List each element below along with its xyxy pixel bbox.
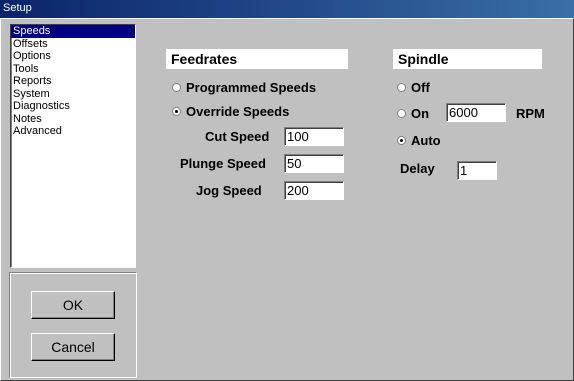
feedrates-header: Feedrates	[166, 49, 348, 69]
rpm-label: RPM	[516, 106, 545, 121]
spindle-off-label: Off	[411, 80, 430, 95]
spindle-auto-label: Auto	[411, 133, 441, 148]
list-item-options[interactable]: Options	[11, 50, 135, 63]
override-speeds-label: Override Speeds	[186, 104, 290, 119]
override-speeds-radio[interactable]: Override Speeds	[172, 104, 289, 119]
button-group: OK Cancel	[9, 272, 137, 378]
radio-off-icon	[172, 83, 181, 92]
spindle-on-radio[interactable]: On	[397, 106, 429, 121]
list-item-tools[interactable]: Tools	[11, 63, 135, 76]
cancel-button[interactable]: Cancel	[31, 333, 115, 361]
jog-speed-label: Jog Speed	[196, 183, 262, 198]
radio-on-icon	[172, 107, 181, 116]
list-item-advanced[interactable]: Advanced	[11, 125, 135, 138]
plunge-speed-label: Plunge Speed	[180, 156, 266, 171]
delay-input[interactable]: 1	[457, 161, 497, 180]
programmed-speeds-radio[interactable]: Programmed Speeds	[172, 80, 316, 95]
plunge-speed-input[interactable]: 50	[284, 154, 344, 173]
list-item-reports[interactable]: Reports	[11, 75, 135, 88]
radio-on-icon	[397, 136, 406, 145]
jog-speed-input[interactable]: 200	[284, 181, 344, 200]
spindle-header: Spindle	[393, 49, 542, 69]
delay-label: Delay	[400, 161, 435, 176]
radio-off-icon	[397, 83, 406, 92]
list-item-diagnostics[interactable]: Diagnostics	[11, 100, 135, 113]
spindle-on-label: On	[411, 106, 430, 121]
list-item-speeds[interactable]: Speeds	[11, 25, 135, 38]
cut-speed-label: Cut Speed	[205, 129, 270, 144]
title-bar: Setup	[0, 0, 574, 18]
spindle-off-radio[interactable]: Off	[397, 80, 430, 95]
ok-button[interactable]: OK	[31, 291, 115, 319]
spindle-rpm-input[interactable]: 6000	[446, 103, 506, 122]
spindle-auto-radio[interactable]: Auto	[397, 133, 441, 148]
cut-speed-input[interactable]: 100	[284, 127, 344, 146]
list-item-notes[interactable]: Notes	[11, 113, 135, 126]
list-item-system[interactable]: System	[11, 88, 135, 101]
programmed-speeds-label: Programmed Speeds	[186, 80, 317, 95]
category-list[interactable]: Speeds Offsets Options Tools Reports Sys…	[10, 24, 136, 268]
list-item-offsets[interactable]: Offsets	[11, 38, 135, 51]
window-title: Setup	[3, 2, 32, 14]
radio-off-icon	[397, 109, 406, 118]
